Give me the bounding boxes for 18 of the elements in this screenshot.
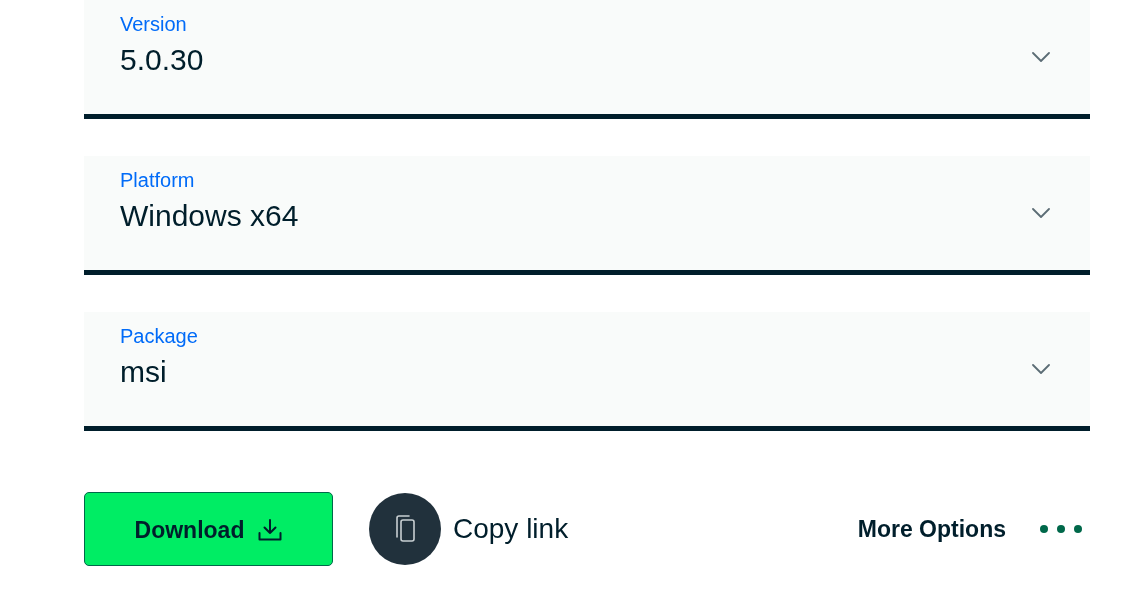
more-options-button[interactable]: More Options bbox=[857, 515, 1083, 543]
chevron-down-icon bbox=[1032, 364, 1050, 374]
copy-icon bbox=[369, 493, 441, 565]
more-icon bbox=[1039, 524, 1083, 534]
dropdown-field[interactable]: Version 5.0.30 bbox=[84, 0, 1090, 119]
dropdown-field[interactable]: Platform Windows x64 bbox=[84, 156, 1090, 275]
field-value: 5.0.30 bbox=[120, 42, 204, 78]
field-label: Platform bbox=[120, 168, 195, 192]
field-value: Windows x64 bbox=[120, 198, 299, 234]
field-value: msi bbox=[120, 354, 167, 390]
download-button[interactable]: Download bbox=[84, 492, 333, 566]
field-label: Package bbox=[120, 324, 198, 348]
dropdown-field[interactable]: Package msi bbox=[84, 312, 1090, 431]
field-label: Version bbox=[120, 12, 187, 36]
chevron-down-icon bbox=[1032, 208, 1050, 218]
chevron-down-icon bbox=[1032, 52, 1050, 62]
download-icon bbox=[258, 519, 283, 541]
copy-link-button[interactable]: Copy link bbox=[369, 493, 569, 565]
